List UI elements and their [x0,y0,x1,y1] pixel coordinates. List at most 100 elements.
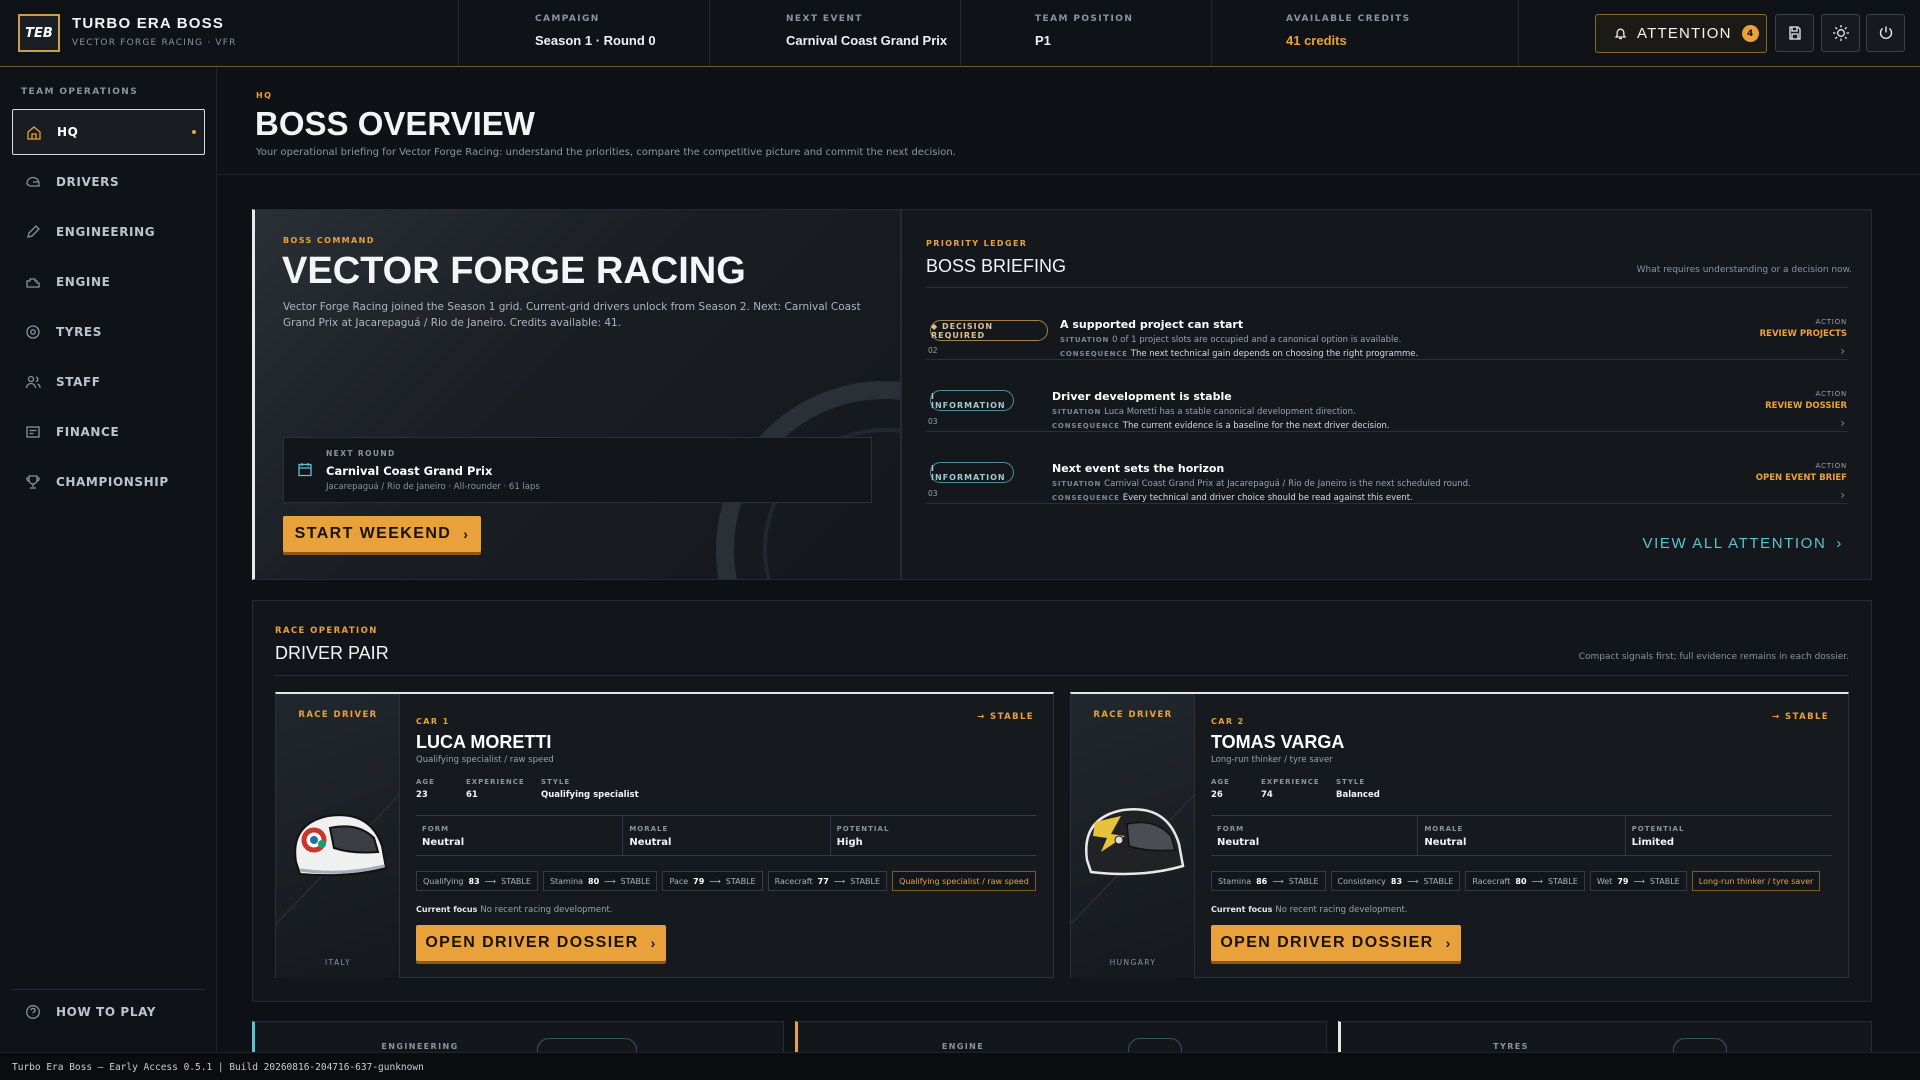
action-label: ACTION [1815,390,1847,398]
helmet-icon [26,176,40,187]
home-icon [27,126,41,140]
power-icon [1879,26,1892,40]
open-driver-dossier-button[interactable]: OPEN DRIVER DOSSIER › [416,925,666,961]
attention-button[interactable]: ATTENTION 4 [1595,14,1767,53]
form-label: FORM [422,825,450,833]
experience-label: EXPERIENCE [1261,778,1320,786]
power-button[interactable] [1866,14,1905,52]
chevron-right-icon: › [1840,344,1845,358]
sidebar-item-finance[interactable]: FINANCE [12,409,205,455]
age-label: AGE [416,778,435,786]
next-round-card[interactable]: NEXT ROUND Carnival Coast Grand Prix Jac… [283,437,872,503]
save-button[interactable] [1775,14,1814,52]
driver-potential: High [836,837,863,848]
potential-label: POTENTIAL [1631,825,1685,833]
campaign-stat: CAMPAIGN Season 1 · Round 0 [458,0,709,66]
briefing-title: BOSS BRIEFING [926,256,1067,276]
status-pill [537,1038,637,1052]
driver-tagline: Qualifying specialist / raw speed [416,755,554,765]
how-to-play-link[interactable]: HOW TO PLAY [12,989,205,1035]
focus-label: Current focus [416,905,478,914]
decision-required-tag: ◆ DECISION REQUIRED [930,320,1048,341]
action-label: ACTION [1815,318,1847,326]
briefing-item[interactable]: I INFORMATION 03 Driver development is s… [926,360,1848,432]
settings-button[interactable] [1821,14,1860,52]
chevron-right-icon: › [463,526,470,542]
engine-card[interactable]: ENGINE [795,1021,1327,1052]
build-info: Turbo Era Boss — Early Access 0.5.1 | Bu… [12,1062,424,1073]
next-round-label: NEXT ROUND [326,449,396,458]
sidebar-item-engine[interactable]: ENGINE [12,259,205,305]
briefing-item[interactable]: I INFORMATION 03 Next event sets the hor… [926,432,1848,504]
situation-label: SITUATION [1060,336,1110,344]
briefing-note: What requires understanding or a decisio… [1636,265,1852,275]
sidebar-item-tyres[interactable]: TYRES [12,309,205,355]
next-event-stat: NEXT EVENT Carnival Coast Grand Prix [709,0,960,66]
driver-country: ITALY [324,958,352,967]
view-all-attention-link[interactable]: VIEW ALL ATTENTION › [1643,535,1843,552]
attribute-chip: Consistency 83 ⟶ STABLE [1330,871,1461,891]
boss-briefing-panel: PRIORITY LEDGER BOSS BRIEFING What requi… [901,209,1872,580]
potential-label: POTENTIAL [836,825,890,833]
briefing-item[interactable]: ◆ DECISION REQUIRED 02 A supported proje… [926,288,1848,360]
trait-chip: Long-run thinker / tyre saver [1691,871,1821,891]
open-driver-dossier-button[interactable]: OPEN DRIVER DOSSIER › [1211,925,1461,961]
bell-icon [1614,28,1627,39]
sidebar-item-championship[interactable]: CHAMPIONSHIP [12,459,205,505]
divider [275,675,1849,676]
experience-label: EXPERIENCE [466,778,525,786]
save-icon [1788,26,1801,40]
attribute-chip: Qualifying 83 ⟶ STABLE [416,871,538,891]
driver-role: RACE DRIVER [298,710,378,720]
sidebar-item-hq[interactable]: HQ [12,109,205,155]
driver-style: Balanced [1336,790,1380,800]
driver-name: TOMAS VARGA [1211,732,1345,752]
footer-bar: Turbo Era Boss — Early Access 0.5.1 | Bu… [0,1052,1920,1080]
style-label: STYLE [1336,778,1366,786]
users-icon [25,375,41,389]
page-kicker: HQ [256,91,273,100]
age-label: AGE [1211,778,1230,786]
page-header: HQ BOSS OVERVIEW Your operational briefi… [218,67,1920,175]
item-situation: Luca Moretti has a stable canonical deve… [1104,407,1356,417]
sidebar-item-label: CHAMPIONSHIP [56,475,169,489]
sidebar-item-drivers[interactable]: DRIVERS [12,159,205,205]
next-round-title: Carnival Coast Grand Prix [326,464,493,478]
driver-focus: No recent racing development. [480,905,613,915]
trend-indicator: → STABLE [1772,712,1829,722]
sidebar-item-label: TYRES [56,325,102,339]
sidebar-item-staff[interactable]: STAFF [12,359,205,405]
attribute-chip: Stamina 86 ⟶ STABLE [1211,871,1326,891]
driver-tagline: Long-run thinker / tyre saver [1211,755,1333,765]
car-number: CAR 1 [416,717,450,726]
form-label: FORM [1217,825,1245,833]
chevron-right-icon: › [1840,488,1845,502]
item-consequence: Every technical and driver choice should… [1122,493,1413,503]
driver-portrait: RACE DRIVER HUNGARY [1071,694,1195,978]
page-title: BOSS OVERVIEW [255,105,535,142]
tyre-icon [26,325,40,339]
start-weekend-button[interactable]: START WEEKEND › [283,516,481,552]
start-weekend-label: START WEEKEND [294,525,452,542]
driver-experience: 61 [466,790,478,800]
trophy-icon [26,475,40,489]
dossier-label: OPEN DRIVER DOSSIER [425,934,639,951]
engineering-card[interactable]: ENGINEERING [252,1021,784,1052]
card-title: ENGINE [941,1042,985,1051]
driver-form: Neutral [422,837,465,848]
status-pill [1128,1038,1182,1052]
top-bar: TEB TURBO ERA BOSS VECTOR FORGE RACING ·… [0,0,1920,67]
driver-form: Neutral [1217,837,1260,848]
briefing-kicker: PRIORITY LEDGER [926,239,1028,248]
driver-morale: Neutral [1424,837,1467,848]
command-kicker: BOSS COMMAND [283,236,375,245]
sidebar-item-label: STAFF [56,375,101,389]
item-situation: Carnival Coast Grand Prix at Jacarepaguá… [1104,479,1471,489]
item-number: 03 [928,417,938,426]
tyres-card[interactable]: TYRES [1338,1021,1872,1052]
situation-label: SITUATION [1052,480,1102,488]
item-consequence: The current evidence is a baseline for t… [1122,421,1390,431]
race-kicker: RACE OPERATION [275,626,378,636]
sidebar-item-label: DRIVERS [56,175,120,189]
sidebar-item-engineering[interactable]: ENGINEERING [12,209,205,255]
